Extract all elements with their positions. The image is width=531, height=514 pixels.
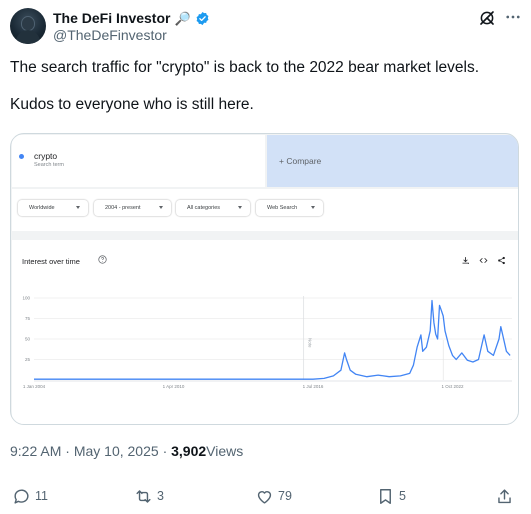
- more-options-icon[interactable]: [504, 8, 522, 26]
- download-icon: [462, 257, 469, 264]
- interest-chart-panel: Interest over time 100 75 50 25 1 Jan 2004 1 …: [12, 240, 518, 424]
- filter-label: Worldwide: [29, 205, 55, 211]
- repost-count: 3: [157, 489, 164, 503]
- grok-icon[interactable]: [478, 9, 496, 27]
- post-time[interactable]: 9:22 AM: [10, 443, 61, 459]
- bookmark-icon: [380, 488, 391, 504]
- dropdown-caret-icon: [238, 206, 242, 209]
- series-color-dot: [19, 154, 24, 159]
- filter-label: 2004 - present: [105, 205, 141, 211]
- help-icon: [98, 255, 107, 264]
- filter-label: All categories: [187, 205, 221, 211]
- bookmark-count: 5: [399, 489, 406, 503]
- share-button[interactable]: [495, 487, 514, 505]
- magnifier-emoji: 🔎: [174, 10, 191, 26]
- trends-image-card[interactable]: crypto Search term + Compare Worldwide 2…: [10, 133, 519, 425]
- chart-title: Interest over time: [22, 257, 80, 266]
- meta-separator: ·: [162, 443, 168, 459]
- dropdown-caret-icon: [159, 206, 163, 209]
- compare-box: + Compare: [267, 135, 518, 187]
- tweet-line-1: The search traffic for "crypto" is back …: [10, 59, 480, 76]
- compare-label: + Compare: [279, 156, 322, 166]
- note-annotation: Note: [308, 338, 313, 348]
- views-label: Views: [206, 443, 244, 459]
- like-count: 79: [278, 489, 292, 503]
- filter-chip-region: Worldwide: [18, 200, 88, 216]
- x-tick-label: 1 Apr 2010: [163, 384, 185, 389]
- y-tick-label: 75: [25, 316, 31, 321]
- heart-icon: [257, 490, 272, 504]
- dropdown-caret-icon: [76, 206, 80, 209]
- dropdown-caret-icon: [311, 206, 315, 209]
- like-button[interactable]: 79: [255, 487, 292, 505]
- interest-over-time-chart: 100 75 50 25 1 Jan 2004 1 Apr 2010 1 Jul 2016 1…: [22, 296, 512, 389]
- embed-icon: [479, 257, 488, 264]
- author-avatar[interactable]: [10, 8, 46, 44]
- filter-bar: Worldwide 2004 - present All categories …: [12, 189, 518, 231]
- search-term-sublabel: Search term: [34, 162, 64, 168]
- author-name-row: The DeFi Investor 🔎: [53, 9, 210, 27]
- avatar-body: [16, 30, 40, 44]
- author-handle[interactable]: @TheDeFinvestor: [53, 27, 167, 43]
- avatar-face: [21, 16, 35, 31]
- y-tick-label: 25: [25, 357, 31, 362]
- meta-separator: ·: [65, 443, 70, 459]
- share-upload-icon: [498, 488, 511, 503]
- x-tick-label: 1 Jan 2004: [23, 384, 46, 389]
- filter-chip-category: All categories: [176, 200, 250, 216]
- reply-count: 11: [35, 489, 48, 503]
- series-line-crypto: [34, 299, 511, 380]
- filter-chip-property: Web Search: [256, 200, 323, 216]
- tweet-meta: 9:22 AM · May 10, 2025 · 3,902Views: [10, 443, 243, 459]
- reply-icon: [14, 488, 29, 504]
- tweet-line-2: Kudos to everyone who is still here.: [10, 96, 254, 113]
- y-tick-label: 50: [25, 337, 31, 342]
- x-tick-label: 1 Jul 2016: [303, 384, 324, 389]
- views-count: 3,902: [171, 443, 207, 459]
- repost-button[interactable]: 3: [134, 487, 164, 505]
- verified-badge-icon: [196, 11, 209, 25]
- y-tick-label: 100: [22, 296, 30, 301]
- tweet-text: The search traffic for "crypto" is back …: [10, 58, 510, 114]
- author-display-name[interactable]: The DeFi Investor: [53, 10, 170, 26]
- search-term-box: crypto Search term: [12, 135, 265, 187]
- search-term-label: crypto: [34, 151, 58, 161]
- filter-chip-time: 2004 - present: [94, 200, 171, 216]
- share-icon: [498, 256, 505, 265]
- reply-button[interactable]: 11: [12, 487, 48, 505]
- post-date[interactable]: May 10, 2025: [74, 443, 159, 459]
- repost-icon: [136, 489, 151, 503]
- filter-label: Web Search: [267, 205, 298, 211]
- x-tick-label: 1 Oct 2022: [441, 384, 464, 389]
- bookmark-button[interactable]: 5: [376, 487, 406, 505]
